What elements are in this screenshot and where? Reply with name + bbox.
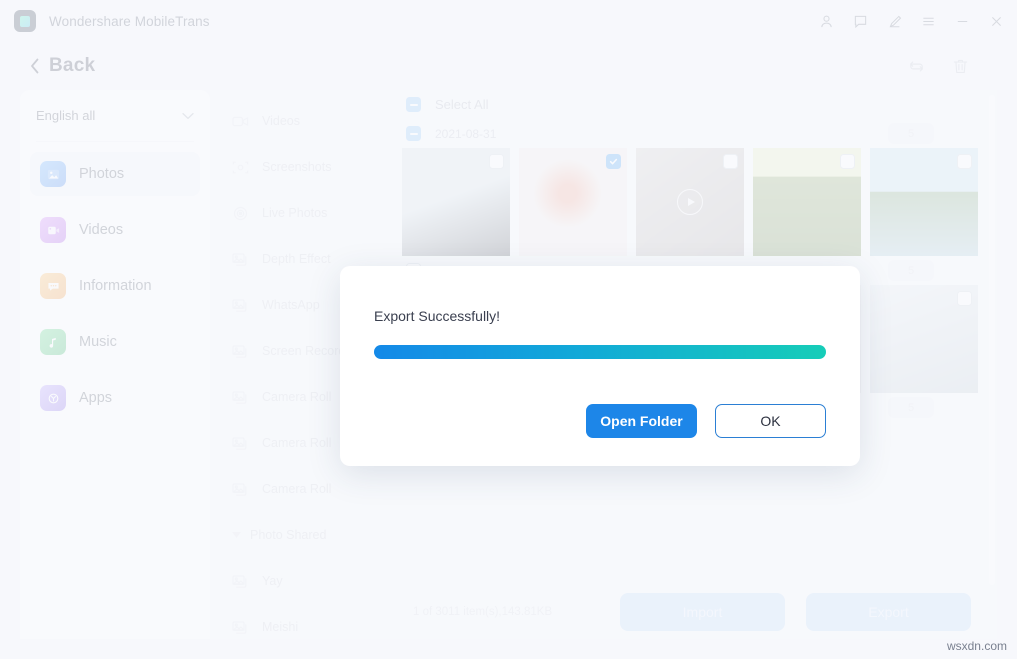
export-success-dialog: Export Successfully! Open Folder OK xyxy=(340,266,860,466)
watermark: wsxdn.com xyxy=(947,639,1007,653)
progress-bar xyxy=(374,345,826,359)
dialog-buttons: Open Folder OK xyxy=(586,404,826,438)
app-window: Wondershare MobileTrans xyxy=(0,0,1017,659)
ok-button[interactable]: OK xyxy=(715,404,826,438)
dialog-title: Export Successfully! xyxy=(374,266,826,324)
open-folder-button[interactable]: Open Folder xyxy=(586,404,697,438)
